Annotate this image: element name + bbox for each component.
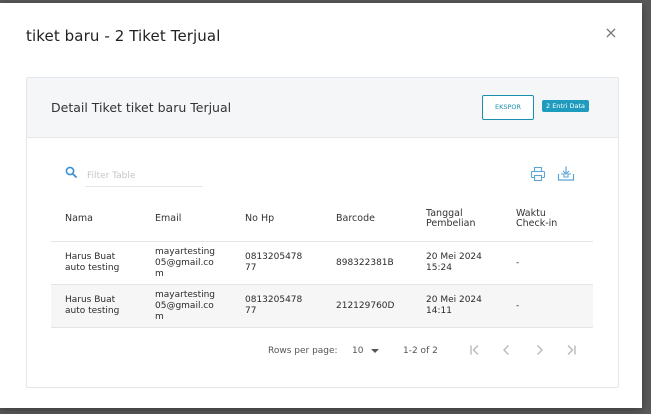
last-page-icon[interactable] [564,343,578,357]
close-button[interactable]: × [603,25,619,41]
cell-purchase-date: 20 Mei 2024 15:24 [412,241,502,285]
entry-count-badge: 2 Entri Data [542,100,590,112]
table-row[interactable]: Harus Buat auto testing mayartesting 05@gm… [51,284,593,328]
cell-phone: 0813205478 77 [231,284,322,328]
cell-purchase-date: 20 Mei 2024 14:11 [412,284,502,328]
export-button[interactable]: EKSPOR [482,95,534,120]
cell-name: Harus Buat auto testing [51,241,141,285]
filter-input[interactable] [85,166,203,187]
cell-barcode: 212129760D [322,284,412,328]
pagination-bar: Rows per page: 10 1-2 of 2 [27,338,618,362]
cell-email: mayartesting 05@gmail.co m [141,241,231,285]
search-icon [65,166,77,178]
column-header-email[interactable]: Email [141,196,231,242]
cell-checkin-time: - [502,284,593,328]
column-header-barcode[interactable]: Barcode [322,196,412,242]
rows-per-page-label: Rows per page: [268,346,338,356]
print-icon[interactable] [530,166,546,182]
cell-barcode: 898322381B [322,241,412,285]
card-title: Detail Tiket tiket baru Terjual [51,100,232,115]
download-icon[interactable] [557,165,575,182]
cell-name: Harus Buat auto testing [51,284,141,328]
column-header-checkin-time[interactable]: Waktu Check-in [502,196,593,242]
table-row[interactable]: Harus Buat auto testing mayartesting 05@gm… [51,241,593,285]
cell-phone: 0813205478 77 [231,241,322,285]
column-header-phone[interactable]: No Hp [231,196,322,242]
page-range: 1-2 of 2 [403,346,438,356]
rows-per-page-select[interactable]: 10 [352,346,363,356]
column-header-name[interactable]: Nama [51,196,141,242]
cell-email: mayartesting 05@gmail.co m [141,284,231,328]
prev-page-icon[interactable] [500,343,514,357]
tickets-table: Nama Email No Hp Barcode Tanggal Pembelia… [51,196,593,328]
first-page-icon[interactable] [468,343,482,357]
modal-title: tiket baru - 2 Tiket Terjual [26,27,221,45]
column-header-purchase-date[interactable]: Tanggal Pembelian [412,196,502,242]
next-page-icon[interactable] [532,343,546,357]
chevron-down-icon[interactable] [371,349,379,353]
table-header-row: Nama Email No Hp Barcode Tanggal Pembelia… [51,196,593,242]
ticket-detail-card: Detail Tiket tiket baru Terjual EKSPOR 2… [26,77,619,388]
ticket-modal: tiket baru - 2 Tiket Terjual × Detail Ti… [0,3,642,408]
card-header: Detail Tiket tiket baru Terjual EKSPOR 2… [27,78,618,138]
cell-checkin-time: - [502,241,593,285]
